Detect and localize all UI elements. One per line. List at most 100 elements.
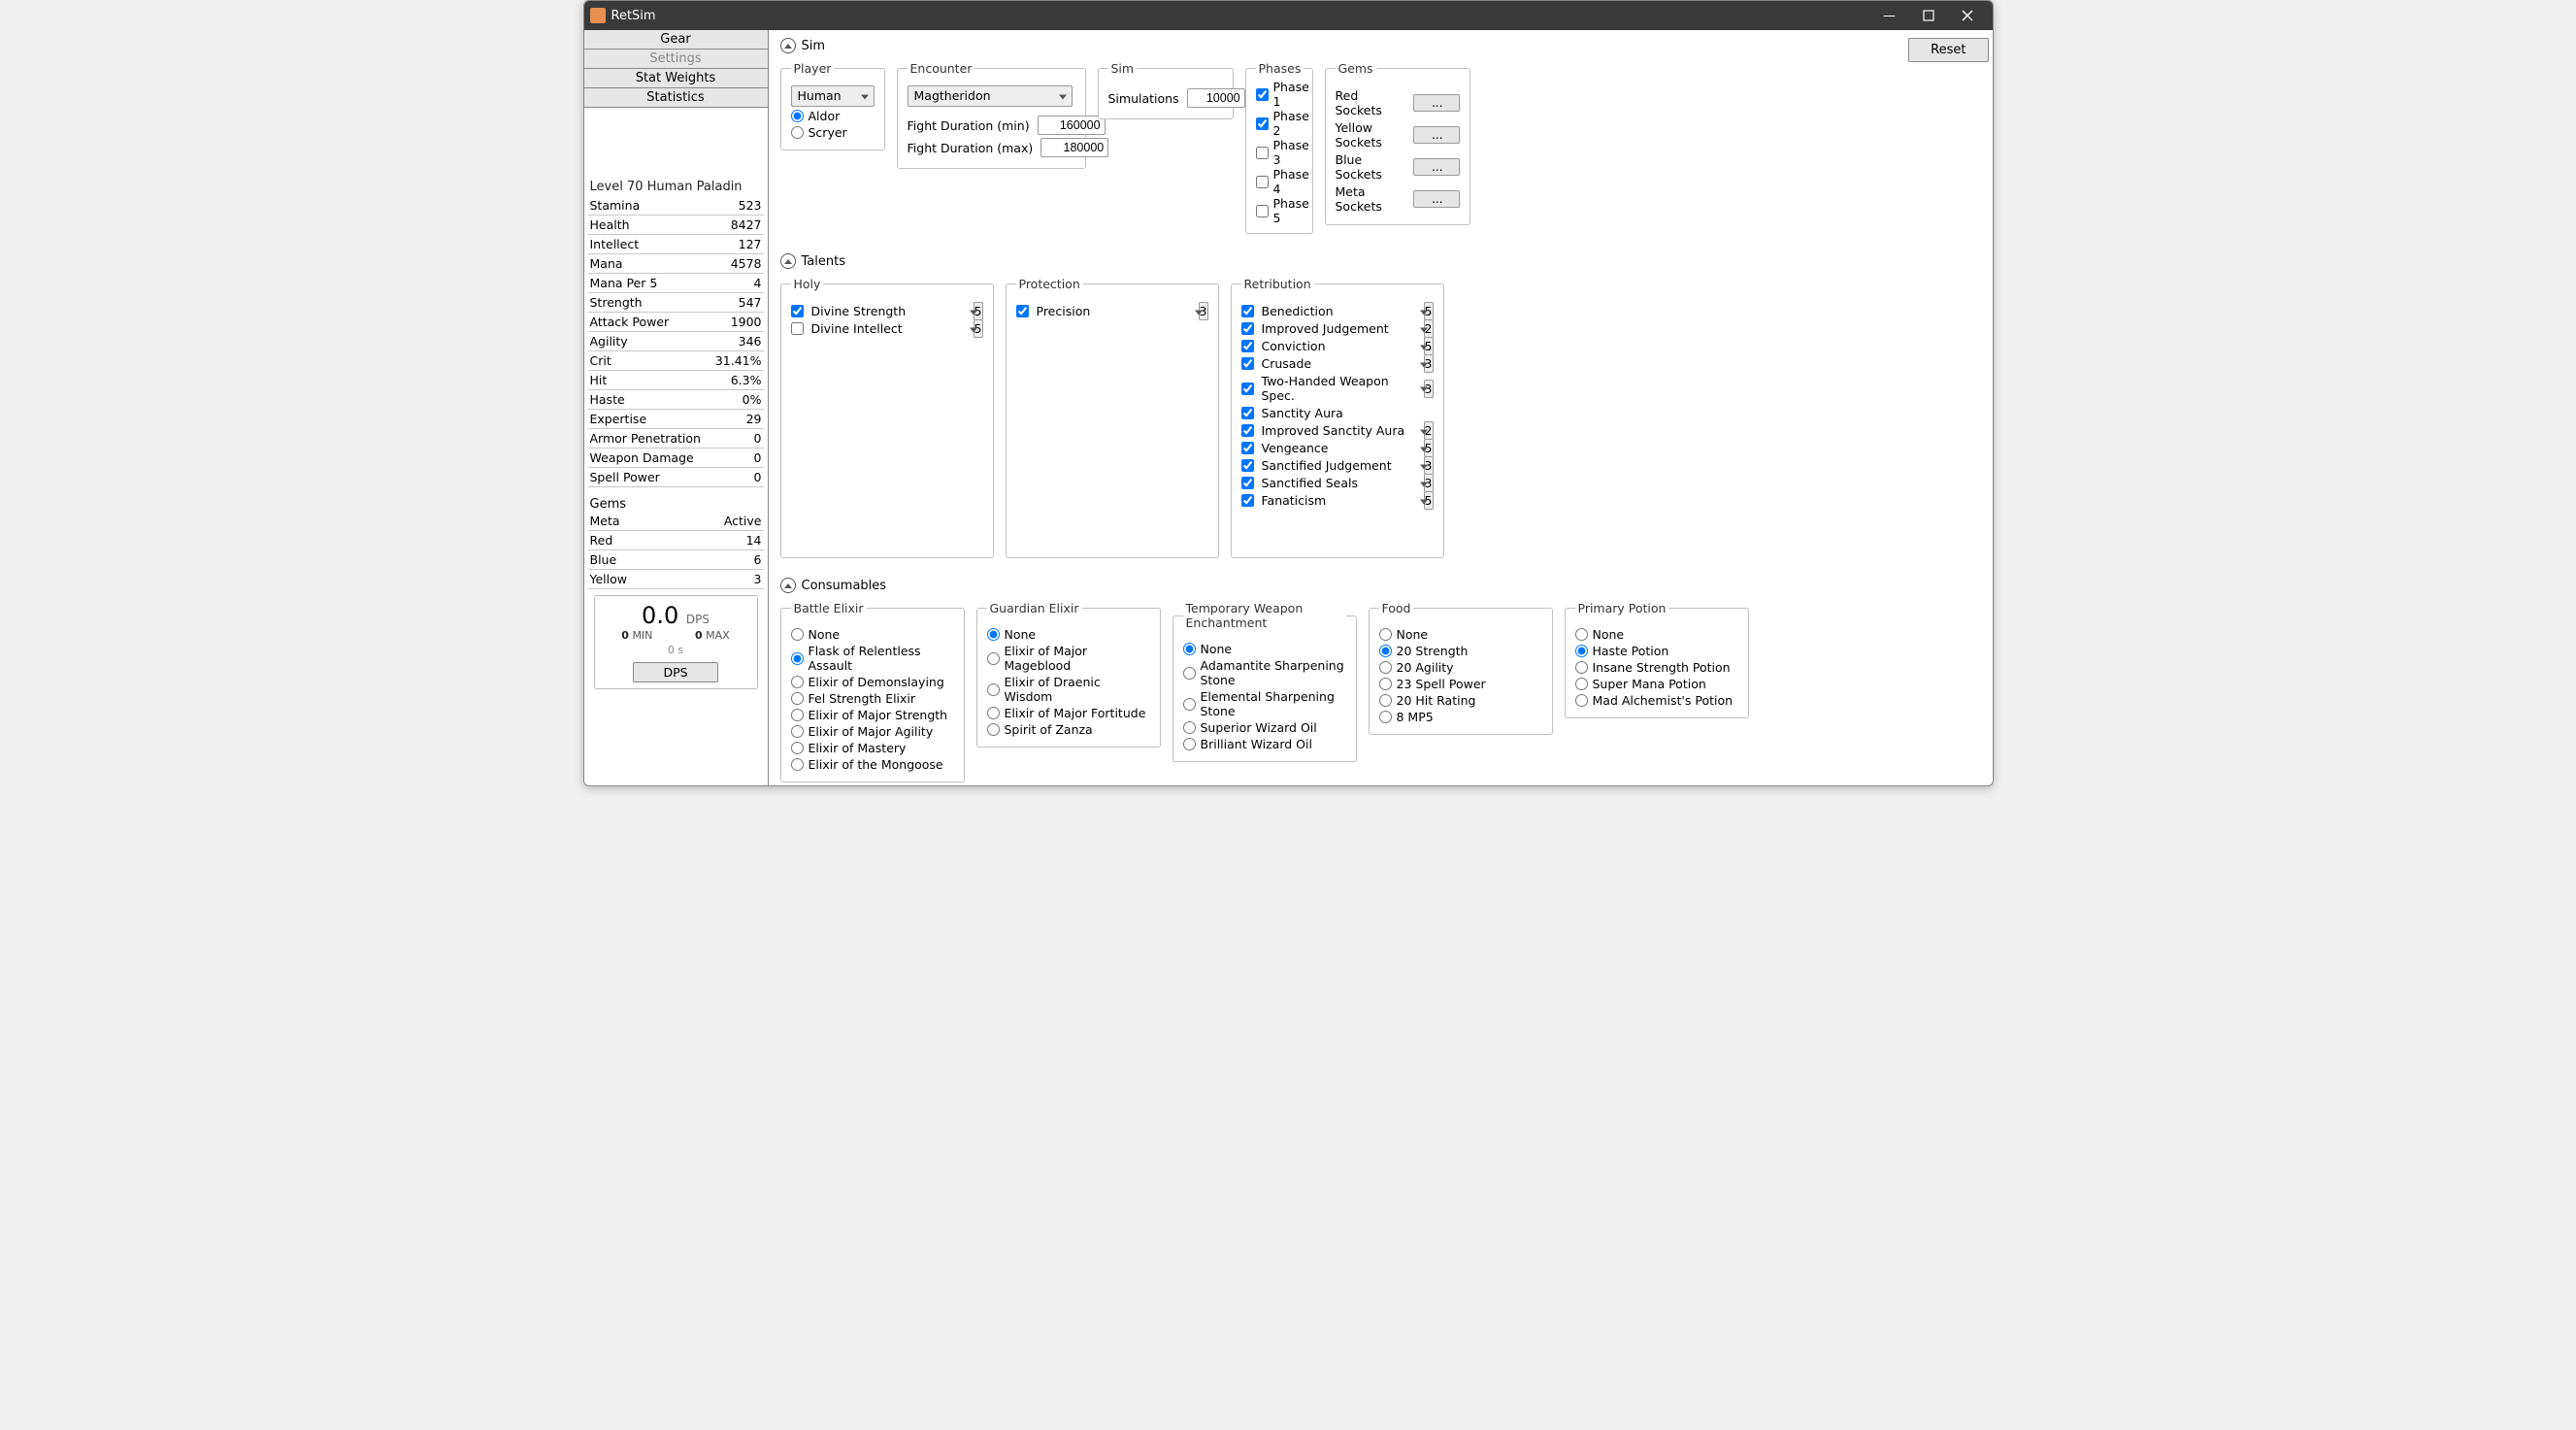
faction-radio[interactable] (791, 126, 804, 139)
talent-rank-select[interactable]: 5 (1424, 337, 1434, 355)
encounter-select[interactable]: Magtheridon (908, 85, 1073, 107)
gem-socket-button[interactable]: ... (1413, 158, 1459, 176)
talent-checkbox[interactable] (1016, 305, 1029, 317)
sim-section-header[interactable]: Sim (780, 38, 1981, 53)
consumable-radio[interactable] (987, 707, 1000, 719)
gem-name: Blue (588, 550, 676, 570)
run-dps-button[interactable]: DPS (633, 662, 717, 682)
battle-elixir-group: Battle Elixir NoneFlask of Relentless As… (780, 601, 965, 782)
phase-checkbox[interactable] (1256, 88, 1269, 101)
talent-rank-select[interactable]: 5 (1424, 439, 1434, 457)
talent-checkbox[interactable] (1241, 477, 1254, 489)
fd-max-input[interactable] (1040, 138, 1108, 157)
talent-checkbox[interactable] (1241, 357, 1254, 370)
simulations-input[interactable] (1187, 88, 1245, 108)
reset-button[interactable]: Reset (1908, 38, 1988, 62)
consumable-radio[interactable] (1183, 738, 1196, 750)
consumable-radio[interactable] (791, 709, 804, 721)
talent-rank-select[interactable]: 2 (1424, 421, 1434, 440)
consumable-radio[interactable] (1183, 721, 1196, 734)
gem-socket-button[interactable]: ... (1413, 126, 1459, 144)
consumable-radio[interactable] (1183, 667, 1196, 680)
talent-rank-select[interactable]: 5 (1424, 302, 1434, 320)
close-button[interactable] (1948, 1, 1987, 30)
phase-checkbox[interactable] (1256, 205, 1269, 217)
talent-rank-select[interactable]: 3 (1199, 302, 1208, 320)
talent-rank-select[interactable]: 3 (1424, 474, 1434, 492)
consumable-radio[interactable] (791, 725, 804, 738)
consumable-radio[interactable] (1183, 643, 1196, 655)
stat-row: Armor Penetration0 (588, 429, 764, 449)
consumable-label: 20 Hit Rating (1397, 693, 1476, 708)
phase-checkbox[interactable] (1256, 117, 1269, 130)
gem-socket-button[interactable]: ... (1413, 190, 1459, 208)
talent-checkbox[interactable] (1241, 459, 1254, 472)
consumable-radio[interactable] (791, 652, 804, 665)
consumables-section-title: Consumables (802, 579, 887, 593)
consumable-radio[interactable] (987, 723, 1000, 736)
tab-stat-weights[interactable]: Stat Weights (584, 68, 769, 88)
talent-rank-select[interactable]: 3 (1424, 354, 1434, 373)
consumable-label: Mad Alchemist's Potion (1593, 693, 1734, 708)
talent-rank-select[interactable]: 3 (1424, 456, 1434, 475)
talent-checkbox[interactable] (1241, 322, 1254, 335)
talent-checkbox[interactable] (1241, 442, 1254, 454)
talent-checkbox[interactable] (1241, 424, 1254, 437)
tab-settings[interactable]: Settings (584, 49, 769, 69)
maximize-button[interactable] (1909, 1, 1948, 30)
consumable-radio[interactable] (1575, 678, 1588, 690)
consumable-radio[interactable] (1575, 628, 1588, 641)
consumable-radio[interactable] (791, 628, 804, 641)
stat-value: 127 (710, 235, 764, 254)
talent-rank-select[interactable]: 5 (974, 319, 983, 338)
race-select[interactable]: Human (791, 85, 875, 107)
stat-row: Hit6.3% (588, 371, 764, 390)
tab-gear[interactable]: Gear (584, 30, 769, 50)
consumable-radio[interactable] (1575, 694, 1588, 707)
consumables-section-header[interactable]: Consumables (780, 578, 1981, 593)
gem-name: Yellow (588, 570, 676, 589)
talent-rank-select[interactable]: 3 (1424, 380, 1434, 398)
consumable-radio[interactable] (987, 628, 1000, 641)
talent-checkbox[interactable] (791, 305, 804, 317)
talent-checkbox[interactable] (1241, 305, 1254, 317)
consumable-radio[interactable] (791, 692, 804, 705)
talent-rank-select[interactable]: 5 (1424, 491, 1434, 510)
consumable-radio[interactable] (791, 742, 804, 754)
sim-group: Sim Simulations (1098, 61, 1234, 119)
stat-name: Agility (588, 332, 710, 351)
talents-section-header[interactable]: Talents (780, 253, 1981, 269)
faction-radio[interactable] (791, 110, 804, 122)
stat-row: Intellect127 (588, 235, 764, 254)
consumable-radio[interactable] (987, 683, 1000, 696)
stat-value: 523 (710, 196, 764, 216)
consumable-radio[interactable] (1183, 698, 1196, 711)
consumable-radio[interactable] (1379, 694, 1392, 707)
consumable-radio[interactable] (1379, 678, 1392, 690)
consumable-label: None (1005, 627, 1037, 642)
talent-rank-select[interactable]: 2 (1424, 319, 1434, 338)
talent-checkbox[interactable] (1241, 494, 1254, 507)
phase-checkbox[interactable] (1256, 147, 1269, 159)
talent-checkbox[interactable] (1241, 407, 1254, 419)
fd-min-input[interactable] (1038, 116, 1106, 135)
consumable-radio[interactable] (1379, 711, 1392, 723)
consumable-radio[interactable] (1379, 661, 1392, 674)
consumable-radio[interactable] (791, 676, 804, 688)
talent-rank-select[interactable]: 5 (974, 302, 983, 320)
consumable-radio[interactable] (987, 652, 1000, 665)
consumable-radio[interactable] (1379, 628, 1392, 641)
consumable-radio[interactable] (1379, 645, 1392, 657)
talent-checkbox[interactable] (791, 322, 804, 335)
stat-row: Crit31.41% (588, 351, 764, 371)
consumable-radio[interactable] (1575, 645, 1588, 657)
talent-checkbox[interactable] (1241, 340, 1254, 352)
talent-checkbox[interactable] (1241, 382, 1254, 395)
minimize-button[interactable]: — (1870, 1, 1909, 30)
consumable-radio[interactable] (1575, 661, 1588, 674)
main-scroll[interactable]: Reset Sim Player Human AldorScryer (769, 30, 1993, 785)
consumable-radio[interactable] (791, 758, 804, 771)
tab-statistics[interactable]: Statistics (584, 87, 769, 108)
phase-checkbox[interactable] (1256, 176, 1269, 188)
gem-socket-button[interactable]: ... (1413, 94, 1459, 112)
